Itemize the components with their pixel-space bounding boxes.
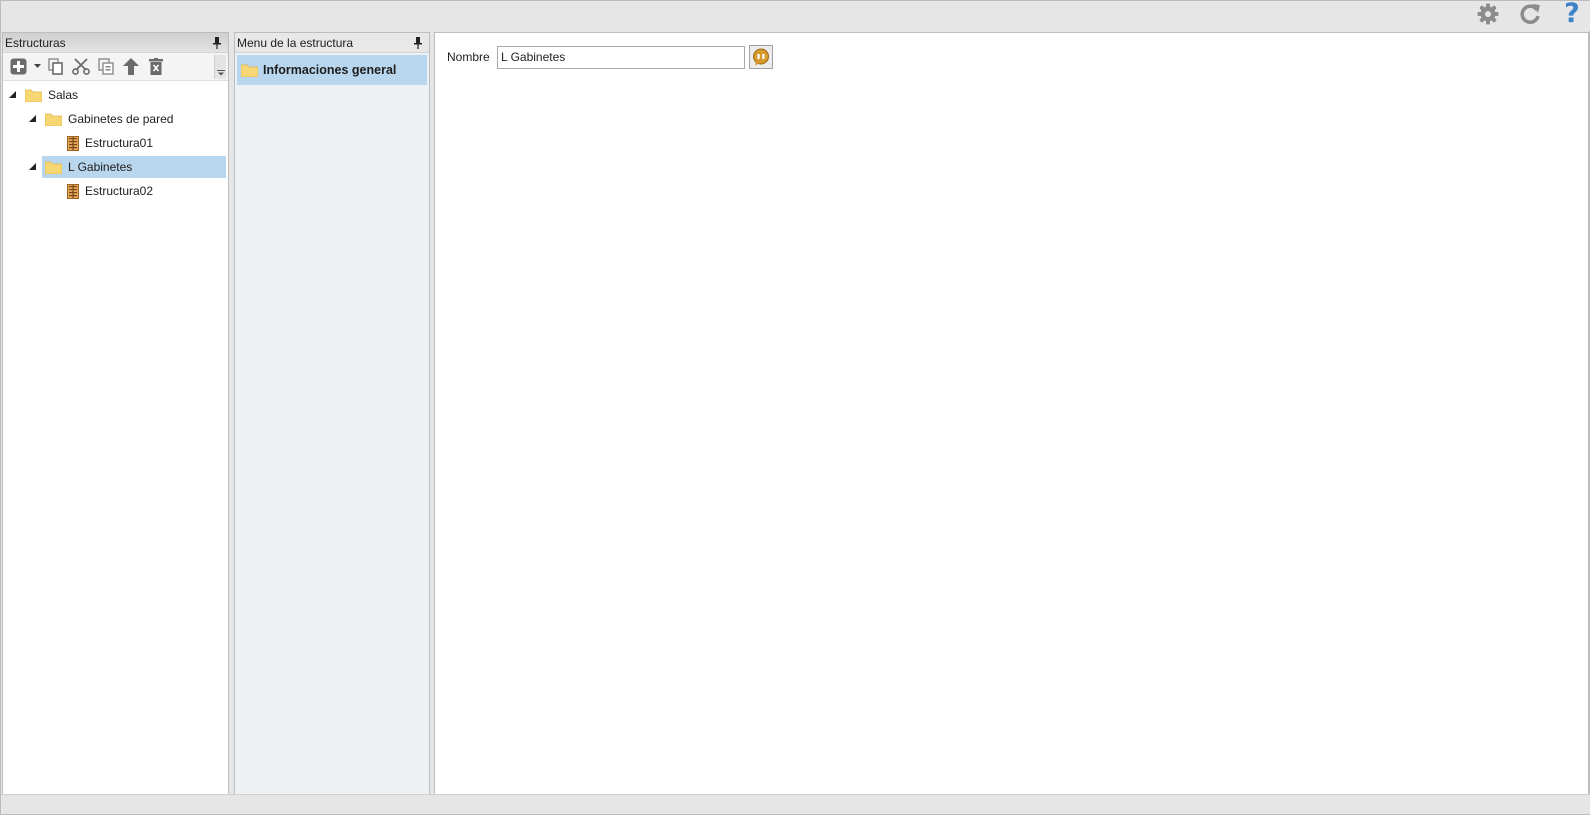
cut-icon	[71, 58, 90, 75]
help-glyph: ?	[1564, 0, 1580, 29]
expanded-arrow-icon[interactable]	[8, 90, 18, 100]
translate-button[interactable]	[749, 45, 773, 69]
overflow-chevron-icon	[216, 70, 225, 76]
structures-toolbar	[3, 53, 228, 81]
tree-item-label: Estructura01	[85, 136, 154, 150]
structures-panel-title: Estructuras	[5, 36, 66, 50]
nombre-label: Nombre	[447, 50, 490, 64]
cut-button[interactable]	[68, 55, 93, 79]
folder-icon	[25, 89, 42, 102]
delete-button[interactable]	[143, 55, 168, 79]
tree-item-l-gabinetes[interactable]: L Gabinetes	[3, 155, 228, 179]
help-icon[interactable]: ?	[1559, 0, 1585, 29]
tree-node-estructura02[interactable]: Estructura02	[64, 180, 161, 202]
expanded-arrow-icon[interactable]	[28, 114, 38, 124]
tree-item-estructura01[interactable]: Estructura01	[3, 131, 228, 155]
cabinet-icon	[67, 135, 79, 151]
add-dropdown-button[interactable]	[31, 55, 43, 79]
pin-icon[interactable]	[413, 37, 423, 49]
status-bar	[1, 794, 1590, 814]
tree-item-salas[interactable]: Salas	[3, 83, 228, 107]
structures-panel-header: Estructuras	[3, 33, 228, 53]
copy-button[interactable]	[43, 55, 68, 79]
structure-menu-header: Menu de la estructura	[235, 33, 429, 53]
duplicate-button[interactable]	[93, 55, 118, 79]
move-up-icon	[122, 58, 139, 75]
add-button[interactable]	[6, 55, 31, 79]
tree-item-gabinetes-de-pared[interactable]: Gabinetes de pared	[3, 107, 228, 131]
tree-item-estructura02[interactable]: Estructura02	[3, 179, 228, 203]
menu-item-informaciones-general[interactable]: Informaciones general	[237, 55, 427, 85]
structure-menu-panel: Menu de la estructura Informaciones gene…	[234, 32, 430, 795]
copy-icon	[47, 58, 63, 75]
tree-node-l-gabinetes[interactable]: L Gabinetes	[42, 156, 226, 178]
structures-panel: Estructuras Salas Gabinetes de pared Est…	[2, 32, 229, 795]
add-icon	[10, 58, 27, 75]
tree-item-label: Salas	[48, 88, 79, 102]
duplicate-icon	[97, 58, 114, 75]
dropdown-arrow-icon	[33, 64, 41, 68]
move-up-button[interactable]	[118, 55, 143, 79]
refresh-icon[interactable]	[1517, 1, 1543, 27]
folder-icon	[241, 64, 258, 77]
folder-icon	[45, 161, 62, 174]
folder-icon	[45, 113, 62, 126]
tree-node-gabinetes-de-pared[interactable]: Gabinetes de pared	[42, 108, 181, 130]
top-bar: ?	[1, 0, 1590, 31]
toolbar-overflow-button[interactable]	[214, 55, 226, 79]
menu-item-label: Informaciones general	[263, 63, 397, 77]
pin-icon[interactable]	[212, 37, 222, 49]
gear-icon[interactable]	[1475, 1, 1501, 27]
structure-tree: Salas Gabinetes de pared Estructura01 L …	[3, 81, 228, 203]
nombre-input[interactable]	[497, 45, 745, 69]
details-panel: Nombre	[434, 32, 1589, 795]
tree-item-label: L Gabinetes	[68, 160, 133, 174]
tree-item-label: Gabinetes de pared	[68, 112, 174, 126]
cabinet-icon	[67, 183, 79, 199]
structure-menu-title: Menu de la estructura	[237, 36, 354, 50]
app-window: ? Estructuras Salas Gabinetes de pared E…	[0, 0, 1590, 815]
translate-icon	[753, 48, 769, 66]
tree-node-salas[interactable]: Salas	[22, 84, 86, 106]
tree-node-estructura01[interactable]: Estructura01	[64, 132, 161, 154]
expanded-arrow-icon[interactable]	[28, 162, 38, 172]
delete-icon	[148, 58, 163, 75]
nombre-row: Nombre	[447, 45, 773, 69]
top-icons: ?	[1475, 0, 1585, 29]
tree-item-label: Estructura02	[85, 184, 154, 198]
